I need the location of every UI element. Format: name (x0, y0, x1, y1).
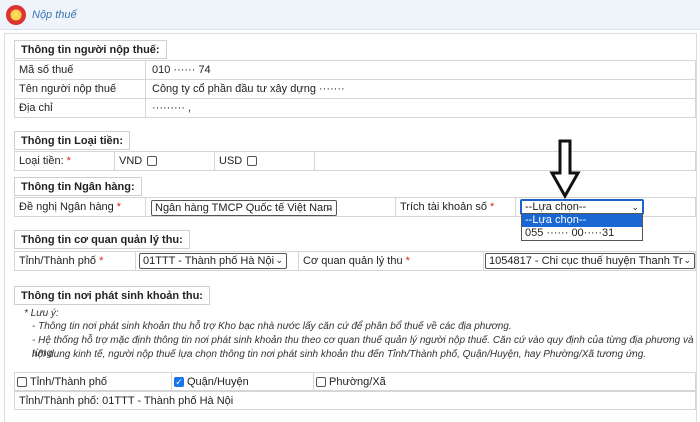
address-label: Địa chỉ (15, 99, 146, 117)
bank-select[interactable]: Ngân hàng TMCP Quốc tế Việt Nam ⌄ (151, 200, 337, 216)
currency-label-cell: Loại tiền: * (15, 152, 115, 170)
usd-checkbox[interactable] (247, 156, 258, 166)
province-select-value: 01TTT - Thành phố Hà Nội (143, 255, 275, 267)
origin-district-label: Quận/Huyện (187, 376, 249, 388)
agency-select-value: 1054817 - Chi cục thuế huyện Thanh Tr (489, 255, 683, 267)
account-select-value: --Lựa chọn-- (525, 201, 587, 213)
page-title: Nộp thuế (32, 9, 77, 21)
agency-label-cell: Cơ quan quản lý thu * (299, 252, 484, 270)
tax-code-value: 010 ······ 74 (152, 64, 211, 76)
province-label: Tỉnh/Thành phố (19, 255, 97, 267)
tax-code-label: Mã số thuế (15, 61, 146, 79)
bank-label-cell: Đề nghị Ngân hàng * (15, 198, 146, 216)
emblem-logo-icon: ★ (6, 5, 26, 25)
usd-option[interactable]: USD (215, 152, 315, 170)
origin-district-option[interactable]: ✓ Quận/Huyện (172, 373, 314, 391)
chevron-down-icon: ⌄ (325, 202, 333, 212)
usd-label: USD (219, 155, 243, 167)
taxpayer-name-label: Tên người nộp thuế (15, 80, 146, 98)
chevron-down-icon: ⌄ (683, 255, 691, 265)
origin-province-label: Tỉnh/Thành phố (30, 376, 108, 388)
origin-province-line: Tỉnh/Thành phố: 01TTT - Thành phố Hà Nội (19, 395, 234, 407)
vnd-label: VND (119, 155, 143, 167)
section-title-currency: Thông tin Loại tiền: (14, 131, 131, 150)
chevron-down-icon: ⌄ (275, 255, 283, 265)
account-label: Trích tài khoản số (400, 201, 488, 213)
note-line-3: nội dung kinh tế, người nộp thuế lựa chọ… (32, 349, 647, 360)
province-select[interactable]: 01TTT - Thành phố Hà Nội ⌄ (139, 253, 287, 269)
section-title-authority: Thông tin cơ quan quản lý thu: (14, 230, 190, 249)
origin-province-option[interactable]: Tỉnh/Thành phố (15, 373, 172, 391)
page-header: ★ Nộp thuế (0, 0, 700, 30)
section-title-taxpayer: Thông tin người nộp thuế: (14, 40, 167, 59)
address-value: ········· , (152, 102, 192, 114)
origin-ward-option[interactable]: Phường/Xã (314, 373, 696, 391)
bank-select-value: Ngân hàng TMCP Quốc tế Việt Nam (155, 202, 333, 214)
vnd-checkbox[interactable] (147, 156, 158, 166)
origin-province-checkbox[interactable] (17, 377, 27, 387)
required-marker: * (405, 255, 410, 267)
taxpayer-name-row: Tên người nộp thuế Công ty cổ phần đầu t… (14, 79, 696, 99)
bank-label: Đề nghị Ngân hàng (19, 201, 114, 213)
account-option-placeholder[interactable]: --Lựa chọn-- (522, 214, 642, 227)
origin-ward-checkbox[interactable] (316, 377, 326, 387)
origin-ward-label: Phường/Xã (329, 376, 386, 388)
section-title-origin: Thông tin nơi phát sinh khoản thu: (14, 286, 210, 305)
account-label-cell: Trích tài khoản số * (396, 198, 516, 216)
address-row: Địa chỉ ········· , (14, 98, 696, 118)
currency-empty-cell (315, 152, 695, 170)
agency-label: Cơ quan quản lý thu (303, 255, 403, 267)
note-label: * Lưu ý: (24, 308, 59, 319)
currency-row: Loại tiền: * VND USD (14, 151, 696, 171)
taxpayer-name-value: Công ty cổ phần đầu tư xây dựng ······· (152, 83, 345, 95)
note-line-1: - Thông tin nơi phát sinh khoản thu hỗ t… (32, 321, 512, 332)
origin-district-checkbox[interactable]: ✓ (174, 377, 184, 387)
account-dropdown-list[interactable]: --Lựa chọn-- 055 ······ 00·····31 (521, 213, 643, 241)
down-arrow-icon (549, 139, 581, 199)
vnd-option[interactable]: VND (115, 152, 215, 170)
agency-select[interactable]: 1054817 - Chi cục thuế huyện Thanh Tr ⌄ (485, 253, 695, 269)
section-title-bank: Thông tin Ngân hàng: (14, 177, 142, 196)
province-label-cell: Tỉnh/Thành phố * (15, 252, 136, 270)
origin-level-row: Tỉnh/Thành phố ✓ Quận/Huyện Phường/Xã (14, 372, 696, 391)
required-marker: * (99, 255, 104, 267)
origin-province-row: Tỉnh/Thành phố: 01TTT - Thành phố Hà Nội (14, 391, 696, 410)
required-marker: * (66, 155, 71, 167)
account-option[interactable]: 055 ······ 00·····31 (522, 227, 642, 240)
tax-code-row: Mã số thuế 010 ······ 74 (14, 60, 696, 80)
required-marker: * (490, 201, 495, 213)
chevron-down-icon: ⌄ (631, 202, 639, 212)
currency-label: Loại tiền: (19, 155, 64, 167)
required-marker: * (116, 201, 122, 213)
